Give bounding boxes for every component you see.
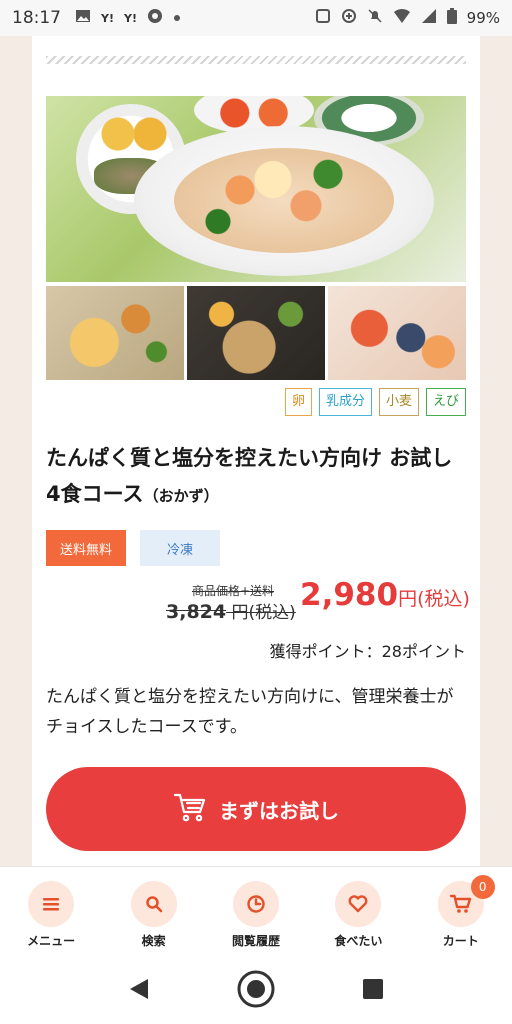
dot-icon (173, 10, 181, 26)
back-button[interactable] (117, 967, 161, 1011)
cart-count-badge: 0 (470, 875, 495, 899)
nav-history-label: 閲覧履歴 (231, 934, 280, 948)
product-title-main: たんぱく質と塩分を控えたい方向け お試し4食コース (46, 446, 453, 506)
yahoo-icon: Y! (101, 11, 114, 25)
mute-icon (367, 8, 383, 28)
recents-button[interactable] (351, 967, 395, 1011)
battery-level: 99% (466, 9, 500, 27)
wifi-icon (393, 8, 411, 28)
nav-search[interactable]: 検索 (106, 881, 202, 949)
data-saver-icon (341, 8, 357, 28)
chrome-icon (147, 8, 163, 28)
product-thumb-3 (328, 286, 466, 380)
home-icon (237, 970, 275, 1008)
product-description: たんぱく質と塩分を控えたい方向けに、管理栄養士がチョイスしたコースです。 (46, 687, 454, 737)
cart-icon (173, 792, 207, 827)
original-price-label: 商品価格+送料 (192, 584, 275, 598)
product-card: 卵 乳成分 小麦 えび たんぱく質と塩分を控えたい方向け お試し4食コース（おか… (32, 36, 480, 866)
product-title: たんぱく質と塩分を控えたい方向け お試し4食コース（おかず） (46, 440, 466, 514)
recents-icon (363, 979, 384, 999)
home-button[interactable] (234, 967, 278, 1011)
product-title-sub: （おかず） (143, 487, 219, 505)
original-price-unit: 円(税込) (231, 603, 296, 623)
sale-price-unit: 円(税込) (398, 588, 470, 610)
image-icon (75, 8, 91, 28)
hatch-divider (46, 56, 466, 64)
nav-menu-label: メニュー (27, 934, 76, 948)
nav-search-label: 検索 (141, 934, 166, 948)
food-main (174, 148, 394, 253)
allergen-list: 卵 乳成分 小麦 えび (284, 388, 466, 416)
sale-price-value: 2,980 (300, 577, 399, 613)
heart-icon (335, 881, 382, 927)
back-icon (129, 979, 148, 999)
yahoo-icon: Y! (123, 11, 137, 25)
allergen-milk: 乳成分 (318, 388, 372, 416)
nav-history[interactable]: 閲覧履歴 (208, 881, 304, 949)
status-time: 18:17 (12, 8, 61, 28)
original-price: 3,824 円(税込) (166, 598, 296, 623)
nav-favorites-label: 食べたい (334, 934, 383, 948)
system-navigation-bar (0, 954, 512, 1024)
frozen-tag: 冷凍 (140, 530, 220, 566)
product-image-thumbnails (46, 286, 466, 380)
product-image-main (46, 96, 466, 282)
allergen-shrimp: えび (425, 388, 466, 416)
sale-price: 2,980円(税込) (300, 577, 470, 613)
nfc-icon (315, 8, 331, 28)
search-icon (130, 881, 177, 927)
bottom-navigation: メニュー 検索 閲覧履歴 食べたい 0 カート (0, 866, 512, 954)
reward-points: 獲得ポイント：28ポイント (269, 642, 466, 661)
nav-favorites[interactable]: 食べたい (310, 881, 406, 949)
allergen-wheat: 小麦 (378, 388, 419, 416)
nav-cart[interactable]: 0 カート (413, 875, 509, 949)
nav-menu[interactable]: メニュー (3, 881, 99, 949)
menu-icon (28, 881, 75, 927)
original-price-value: 3,824 (166, 601, 227, 623)
nav-cart-label: カート (442, 934, 479, 948)
try-first-button[interactable]: まずはお試し (46, 767, 466, 851)
battery-icon (446, 8, 457, 28)
signal-icon (421, 8, 437, 28)
status-right-icons: 99% (315, 8, 500, 28)
try-first-label: まずはお試し (219, 798, 339, 823)
allergen-egg: 卵 (284, 388, 312, 416)
food-left (94, 110, 174, 158)
clock-icon (232, 881, 279, 927)
product-image (46, 96, 466, 380)
product-thumb-2 (187, 286, 325, 380)
status-bar: 18:17 Y! Y! 99% (0, 0, 512, 36)
product-thumb-1 (46, 286, 184, 380)
status-left-icons: Y! Y! (75, 8, 181, 28)
free-shipping-tag: 送料無料 (46, 530, 126, 566)
